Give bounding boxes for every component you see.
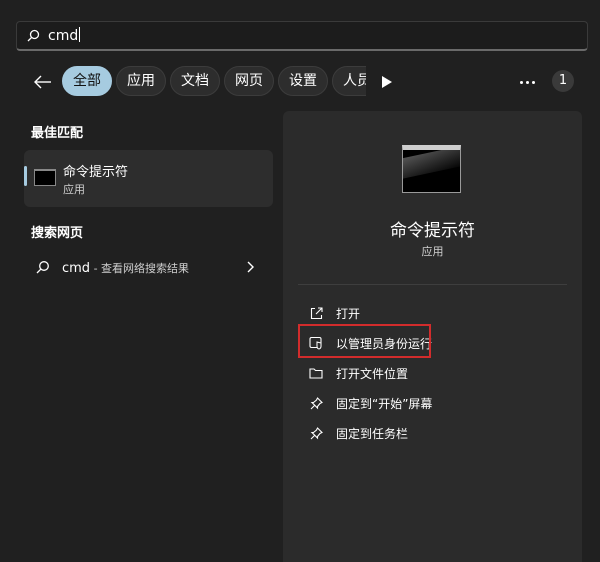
filter-pill-people[interactable]: 人员 bbox=[332, 66, 366, 96]
web-search-heading: 搜索网页 bbox=[31, 226, 84, 241]
command-prompt-icon bbox=[402, 145, 461, 193]
ellipsis-dot bbox=[525, 80, 529, 84]
back-button[interactable] bbox=[30, 70, 56, 94]
filter-pill-all[interactable]: 全部 bbox=[62, 66, 112, 96]
chevron-right-icon[interactable] bbox=[246, 261, 254, 273]
folder-icon bbox=[308, 365, 324, 381]
divider bbox=[298, 284, 567, 285]
best-match-subtitle: 应用 bbox=[63, 183, 85, 196]
action-open[interactable]: 打开 bbox=[299, 299, 559, 327]
web-search-suffix: - 查看网络搜索结果 bbox=[90, 262, 190, 275]
action-label: 固定到任务栏 bbox=[336, 426, 409, 441]
best-match-heading: 最佳匹配 bbox=[31, 126, 84, 141]
command-prompt-icon bbox=[34, 169, 56, 186]
best-match-title: 命令提示符 bbox=[63, 165, 129, 180]
preview-pane: 命令提示符 应用 打开 以管理员身份运行 打开文件位置 固定到“开始”屏幕 固定… bbox=[283, 111, 582, 562]
web-search-result[interactable]: cmd - 查看网络搜索结果 bbox=[24, 252, 273, 284]
pin-icon bbox=[308, 395, 324, 411]
action-pin-to-start[interactable]: 固定到“开始”屏幕 bbox=[299, 389, 559, 417]
filter-pill-web[interactable]: 网页 bbox=[224, 66, 274, 96]
search-input[interactable]: cmd bbox=[48, 27, 81, 44]
filter-pill-apps[interactable]: 应用 bbox=[116, 66, 166, 96]
search-icon bbox=[36, 261, 49, 274]
selection-indicator bbox=[24, 166, 27, 186]
notification-badge[interactable]: 1 bbox=[552, 70, 574, 92]
highlight-annotation-box bbox=[298, 324, 431, 358]
action-label: 打开文件位置 bbox=[336, 366, 409, 381]
preview-title: 命令提示符 bbox=[390, 221, 475, 241]
web-search-text: cmd - 查看网络搜索结果 bbox=[62, 260, 189, 276]
action-open-file-location[interactable]: 打开文件位置 bbox=[299, 359, 559, 387]
play-icon[interactable] bbox=[380, 74, 394, 90]
open-external-icon bbox=[308, 305, 324, 321]
filter-pills: 全部 应用 文档 网页 设置 人员 bbox=[62, 66, 366, 98]
text-caret bbox=[79, 27, 81, 42]
more-options-button[interactable] bbox=[516, 72, 538, 92]
search-box[interactable]: cmd bbox=[16, 21, 588, 51]
action-label: 打开 bbox=[336, 306, 361, 321]
ellipsis-dot bbox=[531, 80, 535, 84]
pin-icon bbox=[308, 425, 324, 441]
web-search-query: cmd bbox=[62, 261, 91, 276]
filter-pill-documents[interactable]: 文档 bbox=[170, 66, 220, 96]
filter-pill-settings[interactable]: 设置 bbox=[278, 66, 328, 96]
best-match-result[interactable]: 命令提示符 应用 bbox=[24, 150, 273, 207]
action-label: 固定到“开始”屏幕 bbox=[336, 396, 433, 411]
search-icon bbox=[27, 29, 40, 42]
preview-subtitle: 应用 bbox=[421, 245, 444, 258]
filter-bar: 全部 应用 文档 网页 设置 人员 1 bbox=[0, 66, 600, 98]
ellipsis-icon bbox=[519, 80, 523, 84]
arrow-left-icon bbox=[34, 75, 51, 89]
action-pin-to-taskbar[interactable]: 固定到任务栏 bbox=[299, 419, 559, 447]
